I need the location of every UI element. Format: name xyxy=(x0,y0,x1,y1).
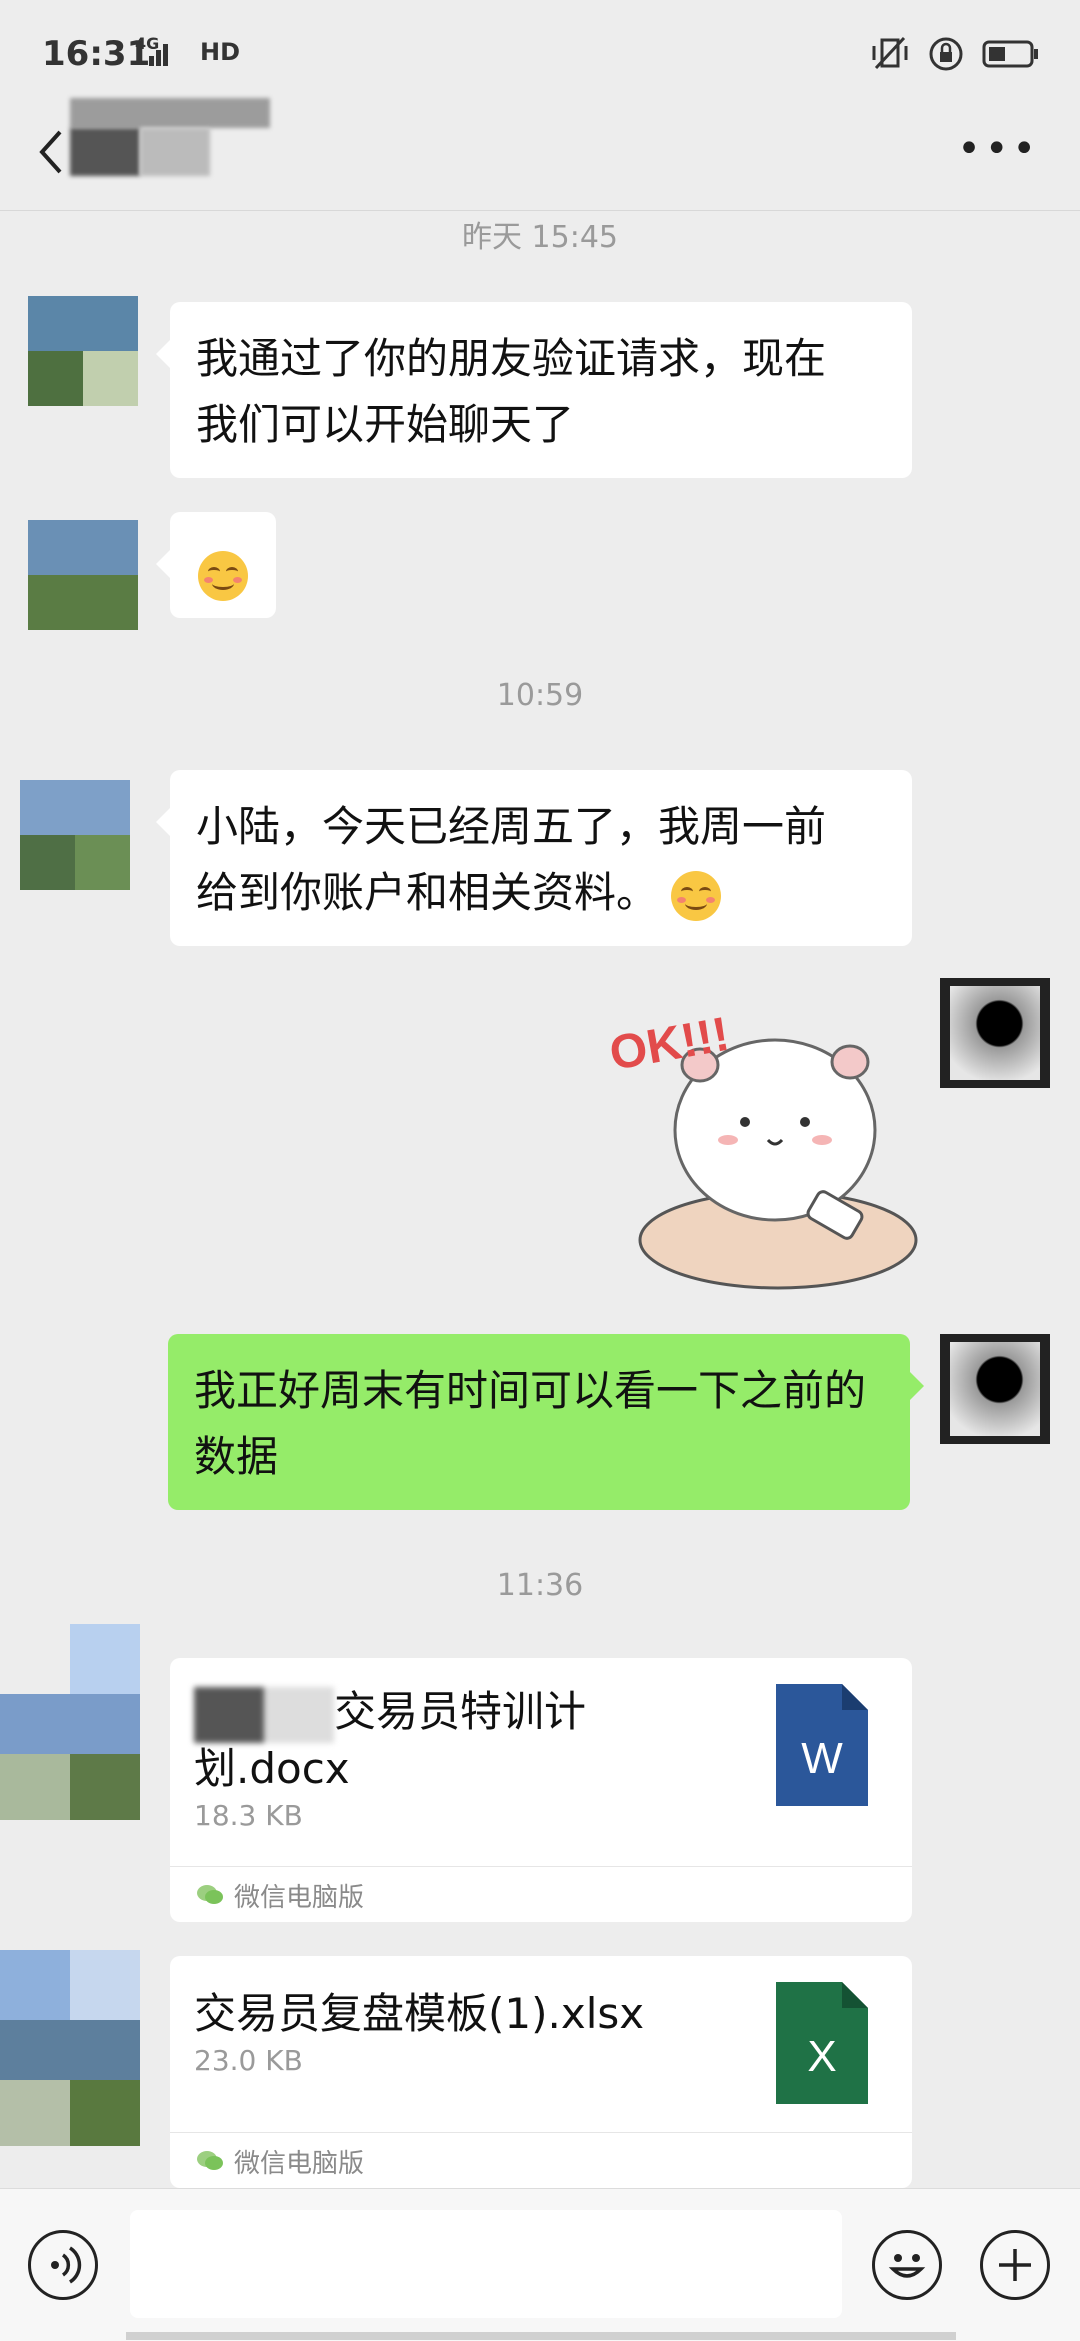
more-functions-button[interactable] xyxy=(980,2230,1050,2300)
status-time: 16:31 xyxy=(42,34,151,74)
my-avatar[interactable] xyxy=(940,1334,1050,1444)
contact-avatar[interactable] xyxy=(28,296,138,406)
message-text: 数据 xyxy=(194,1432,279,1481)
file-source: 微信电脑版 xyxy=(170,2132,912,2188)
status-icons xyxy=(870,34,1040,74)
message-text: 我正好周末有时间可以看一下之前的 xyxy=(194,1366,867,1415)
file-message-card[interactable]: 交易员复盘模板(1).xlsx 23.0 KB X 微信电脑版 xyxy=(170,1956,912,2188)
contact-avatar[interactable] xyxy=(20,780,130,890)
signal-icon xyxy=(149,44,168,66)
wechat-icon xyxy=(197,1885,223,1904)
home-indicator xyxy=(126,2332,956,2340)
message-bubble[interactable]: 小陆，今天已经周五了，我周一前 给到你账户和相关资料。 xyxy=(156,770,912,946)
smiling-face-icon xyxy=(671,870,722,921)
timestamp: 昨天 15:45 xyxy=(462,220,618,255)
file-size: 18.3 KB xyxy=(194,1798,303,1832)
file-source: 微信电脑版 xyxy=(170,1866,912,1922)
message-bubble[interactable]: 我通过了你的朋友验证请求，现在 我们可以开始聊天了 xyxy=(156,302,912,478)
sent-message-bubble[interactable]: 我正好周末有时间可以看一下之前的 数据 xyxy=(168,1334,924,1510)
redacted-text xyxy=(194,1686,334,1743)
file-source-label: 微信电脑版 xyxy=(234,2148,365,2179)
contact-avatar[interactable] xyxy=(0,1624,140,1820)
vibrate-off-icon xyxy=(872,36,908,70)
smiley-icon xyxy=(888,2254,926,2278)
rotation-lock-icon xyxy=(929,37,963,71)
file-source-label: 微信电脑版 xyxy=(234,1882,365,1913)
contact-avatar[interactable] xyxy=(0,1950,140,2146)
emoji-message-bubble[interactable] xyxy=(156,512,276,618)
voice-icon xyxy=(51,2246,82,2284)
network-indicator: 4G xyxy=(135,36,168,66)
message-text: 给到你账户和相关资料。 xyxy=(196,868,659,917)
wechat-icon xyxy=(197,2151,223,2170)
sticker-message[interactable]: OK!!! xyxy=(600,990,920,1300)
contact-avatar[interactable] xyxy=(28,520,138,630)
file-name-line2: 划.docx xyxy=(194,1743,350,1793)
cat-sticker-icon: OK!!! xyxy=(606,1008,918,1290)
excel-file-icon: X xyxy=(776,1982,868,2104)
file-message-card[interactable]: 交易员特训计 划.docx 18.3 KB W 微信电脑版 xyxy=(170,1658,912,1922)
message-text: 我们可以开始聊天了 xyxy=(196,400,575,449)
file-name-line1: 交易员复盘模板(1).xlsx xyxy=(194,1989,645,2038)
file-size: 23.0 KB xyxy=(194,2044,303,2077)
word-file-icon: W xyxy=(776,1684,868,1806)
my-avatar[interactable] xyxy=(940,978,1050,1088)
hd-indicator: HD xyxy=(200,38,241,66)
status-bar: 16:31 4G HD xyxy=(0,0,1080,100)
timestamp: 10:59 xyxy=(496,678,584,713)
timestamp: 11:36 xyxy=(496,1568,584,1603)
contact-name-redacted xyxy=(70,98,270,178)
smiling-face-icon xyxy=(198,550,248,601)
file-name: 交易员复盘模板(1).xlsx 23.0 KB xyxy=(194,1988,754,2077)
battery-icon xyxy=(982,40,1038,68)
message-input[interactable] xyxy=(130,2210,842,2318)
file-name-line1: 交易员特训计 xyxy=(334,1687,587,1736)
plus-icon xyxy=(999,2249,1031,2281)
message-text: 我通过了你的朋友验证请求，现在 xyxy=(196,334,827,383)
more-options-button[interactable]: ••• xyxy=(957,126,1040,172)
file-name: 交易员特训计 划.docx 18.3 KB xyxy=(194,1686,754,1832)
emoji-button[interactable] xyxy=(872,2230,942,2300)
voice-input-button[interactable] xyxy=(28,2230,98,2300)
message-text: 小陆，今天已经周五了，我周一前 xyxy=(196,802,827,851)
